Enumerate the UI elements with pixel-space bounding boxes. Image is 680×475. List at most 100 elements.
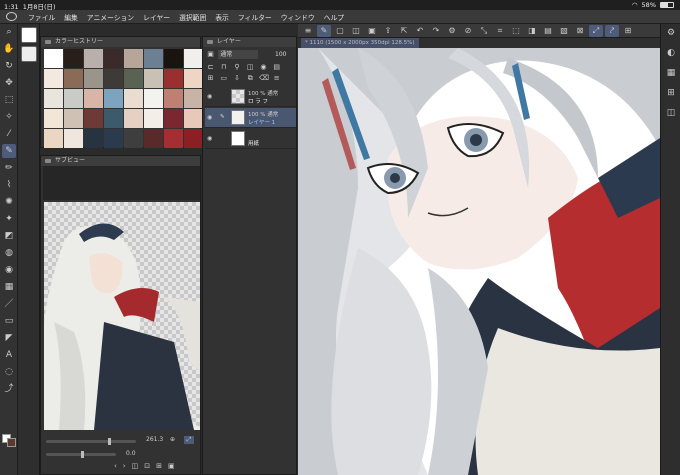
color-swatch[interactable] bbox=[184, 109, 203, 128]
color-swatch[interactable] bbox=[44, 69, 63, 88]
visibility-icon[interactable]: ◉ bbox=[207, 135, 214, 142]
rotate-icon[interactable]: ↻ bbox=[2, 59, 16, 73]
layer-row[interactable]: ◉ ✎ 100 % 通常 レイヤー 1 bbox=[205, 108, 296, 128]
color-swatch[interactable] bbox=[144, 109, 163, 128]
select-icon[interactable]: ⬚ bbox=[2, 93, 16, 107]
snap-special-icon[interactable]: ⤤ bbox=[605, 24, 619, 37]
delete-icon[interactable]: ⌫ bbox=[259, 74, 269, 83]
wand-icon[interactable]: ✧ bbox=[2, 110, 16, 124]
ref-icon[interactable]: ⚲ bbox=[232, 63, 241, 72]
color-swatch[interactable] bbox=[84, 109, 103, 128]
color-swatch[interactable] bbox=[164, 129, 183, 148]
menu-file[interactable]: ファイル bbox=[28, 12, 55, 22]
blend-mode-select[interactable]: 通常 bbox=[218, 50, 259, 59]
sub-view-preview[interactable] bbox=[44, 202, 200, 430]
export-icon[interactable]: ⇪ bbox=[381, 25, 395, 37]
snap-grid-icon[interactable]: ⊞ bbox=[621, 25, 635, 37]
pencil-icon[interactable]: ✏ bbox=[2, 161, 16, 175]
color-swatch[interactable] bbox=[104, 89, 123, 108]
color-swatch[interactable] bbox=[104, 69, 123, 88]
brush-preview[interactable] bbox=[21, 27, 37, 43]
color-swatch[interactable] bbox=[84, 89, 103, 108]
color-swatch[interactable] bbox=[164, 89, 183, 108]
layer-row[interactable]: ◉ 用紙 bbox=[205, 129, 296, 149]
color-swatch[interactable] bbox=[84, 49, 103, 68]
color-swatch[interactable] bbox=[144, 129, 163, 148]
color-swatch[interactable] bbox=[124, 109, 143, 128]
save-icon[interactable]: ▣ bbox=[365, 25, 379, 37]
redo-icon[interactable]: ↷ bbox=[429, 25, 443, 37]
main-canvas[interactable] bbox=[298, 48, 660, 475]
layer-icon[interactable]: ◫ bbox=[664, 106, 678, 120]
visibility-icon[interactable]: ◉ bbox=[207, 114, 214, 121]
menu-icon[interactable]: ≡ bbox=[301, 25, 315, 37]
material-icon[interactable]: ⊞ bbox=[664, 86, 678, 100]
correct-line-icon[interactable]: ⤴ bbox=[2, 382, 16, 396]
color-swatch[interactable] bbox=[164, 49, 183, 68]
color-swatch[interactable] bbox=[164, 69, 183, 88]
menu-help[interactable]: ヘルプ bbox=[324, 12, 344, 22]
blend-icon[interactable]: ◍ bbox=[2, 246, 16, 260]
menu-window[interactable]: ウィンドウ bbox=[281, 12, 315, 22]
new-folder-icon[interactable]: ▭ bbox=[219, 74, 228, 83]
layer-row[interactable]: ◉ 100 % 通常 ロ ラ フ bbox=[205, 87, 296, 107]
color-swatch[interactable] bbox=[144, 89, 163, 108]
color-swatch[interactable] bbox=[64, 109, 83, 128]
gradient-icon[interactable]: ▦ bbox=[2, 280, 16, 294]
sub-color-swatch[interactable] bbox=[7, 438, 16, 447]
zoom-in-icon[interactable]: ⊕ bbox=[170, 436, 175, 443]
color-swatch[interactable] bbox=[124, 89, 143, 108]
eyedropper-icon[interactable]: ⁄ bbox=[2, 127, 16, 141]
palette-icon[interactable]: ◉ bbox=[259, 63, 268, 72]
color-swatch[interactable] bbox=[44, 109, 63, 128]
crop-icon[interactable]: ⌗ bbox=[493, 25, 507, 37]
color-swatch[interactable] bbox=[144, 49, 163, 68]
color-swatch[interactable] bbox=[84, 69, 103, 88]
rotation-slider[interactable] bbox=[46, 451, 116, 458]
new-canvas-icon[interactable]: ▢ bbox=[333, 25, 347, 37]
color-swatch[interactable] bbox=[44, 89, 63, 108]
clear-icon[interactable]: ⊘ bbox=[461, 25, 475, 37]
color-swatch[interactable] bbox=[124, 129, 143, 148]
color-swatch[interactable] bbox=[164, 109, 183, 128]
color-swatch[interactable] bbox=[124, 69, 143, 88]
brush-icon[interactable]: ⌇ bbox=[2, 178, 16, 192]
color-swatch[interactable] bbox=[84, 129, 103, 148]
open-icon[interactable]: ◫ bbox=[349, 25, 363, 37]
color-swatch[interactable] bbox=[144, 69, 163, 88]
app-logo-icon[interactable] bbox=[6, 12, 17, 21]
color-swatch[interactable] bbox=[104, 129, 123, 148]
text-icon[interactable]: A bbox=[2, 348, 16, 362]
zoom-slider[interactable] bbox=[46, 438, 136, 445]
color-swatch[interactable] bbox=[44, 49, 63, 68]
palette-icon[interactable]: ▦ bbox=[664, 66, 678, 80]
menu-edit[interactable]: 編集 bbox=[64, 12, 78, 22]
eraser-icon[interactable]: ◩ bbox=[2, 229, 16, 243]
visibility-icon[interactable]: ◉ bbox=[207, 93, 214, 100]
figure-icon[interactable]: ／ bbox=[2, 297, 16, 311]
color-swatch[interactable] bbox=[184, 49, 203, 68]
color-swatch[interactable] bbox=[184, 69, 203, 88]
deselect-icon[interactable]: ⬚ bbox=[509, 25, 523, 37]
brush-preview[interactable] bbox=[21, 46, 37, 62]
balloon-icon[interactable]: ◌ bbox=[2, 365, 16, 379]
copy-icon[interactable]: ⧉ bbox=[246, 74, 255, 83]
transform-icon[interactable]: ⤡ bbox=[477, 25, 491, 37]
frame-icon[interactable]: ▭ bbox=[2, 314, 16, 328]
color-swatch[interactable] bbox=[184, 89, 203, 108]
airbrush-icon[interactable]: ✺ bbox=[2, 195, 16, 209]
move-down-icon[interactable]: ⇩ bbox=[232, 74, 241, 83]
color-swatch[interactable] bbox=[64, 69, 83, 88]
fill-icon[interactable]: ▤ bbox=[541, 25, 555, 37]
sub-view-buttons-icon[interactable]: ‹›◫⊡⊞▣ bbox=[114, 462, 181, 470]
invert-icon[interactable]: ◨ bbox=[525, 25, 539, 37]
fit-icon[interactable]: ⤢ bbox=[184, 436, 194, 444]
opacity-value[interactable]: 100 bbox=[260, 50, 286, 59]
share-icon[interactable]: ⇱ bbox=[397, 25, 411, 37]
pen-icon[interactable]: ✎ bbox=[2, 144, 16, 158]
undo-icon[interactable]: ↶ bbox=[413, 25, 427, 37]
ruler-icon[interactable]: ◤ bbox=[2, 331, 16, 345]
lock-icon[interactable]: ⊓ bbox=[219, 63, 228, 72]
menu-layer[interactable]: レイヤー bbox=[143, 12, 170, 22]
color-swatch[interactable] bbox=[64, 129, 83, 148]
